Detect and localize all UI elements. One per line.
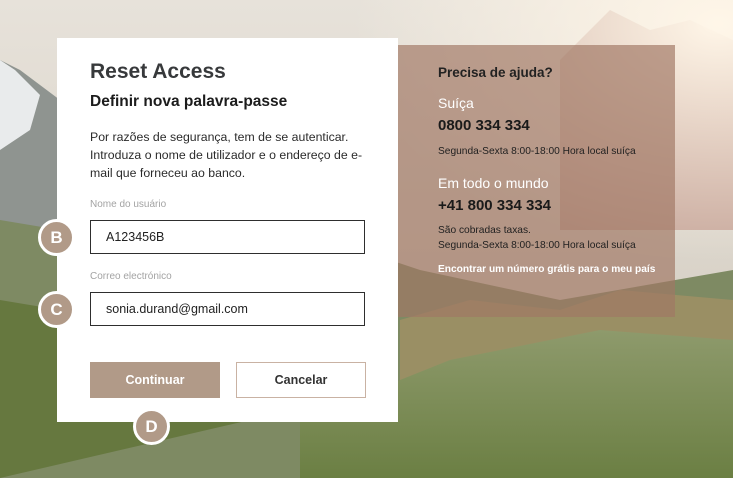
help-panel: Precisa de ajuda? Suíça 0800 334 334 Seg… [398, 45, 675, 317]
instructions-text: Por razões de segurança, tem de se auten… [90, 130, 363, 180]
hours-switzerland: Segunda-Sexta 8:00-18:00 Hora local suíç… [438, 146, 636, 157]
reset-access-card: Reset Access Definir nova palavra-passe … [57, 38, 398, 422]
username-label: Nome do usuário [90, 199, 167, 210]
email-label: Correo electrónico [90, 271, 172, 282]
subtitle: Definir nova palavra-passe [90, 93, 288, 110]
username-input[interactable] [90, 220, 365, 254]
marker-d: D [133, 408, 170, 445]
phone-switzerland: 0800 334 334 [438, 117, 530, 134]
marker-c: C [38, 291, 75, 328]
continue-button[interactable]: Continuar [90, 362, 220, 398]
hours-worldwide: Segunda-Sexta 8:00-18:00 Hora local suíç… [438, 240, 636, 251]
cancel-button[interactable]: Cancelar [236, 362, 366, 398]
region-switzerland: Suíça [438, 95, 474, 111]
phone-worldwide: +41 800 334 334 [438, 197, 552, 214]
email-input[interactable] [90, 292, 365, 326]
fees-note: São cobradas taxas. [438, 225, 531, 236]
marker-b: B [38, 219, 75, 256]
help-heading: Precisa de ajuda? [438, 65, 553, 80]
region-worldwide: Em todo o mundo [438, 175, 549, 191]
page-title: Reset Access [90, 60, 226, 83]
find-free-number-link[interactable]: Encontrar um número grátis para o meu pa… [438, 263, 663, 277]
